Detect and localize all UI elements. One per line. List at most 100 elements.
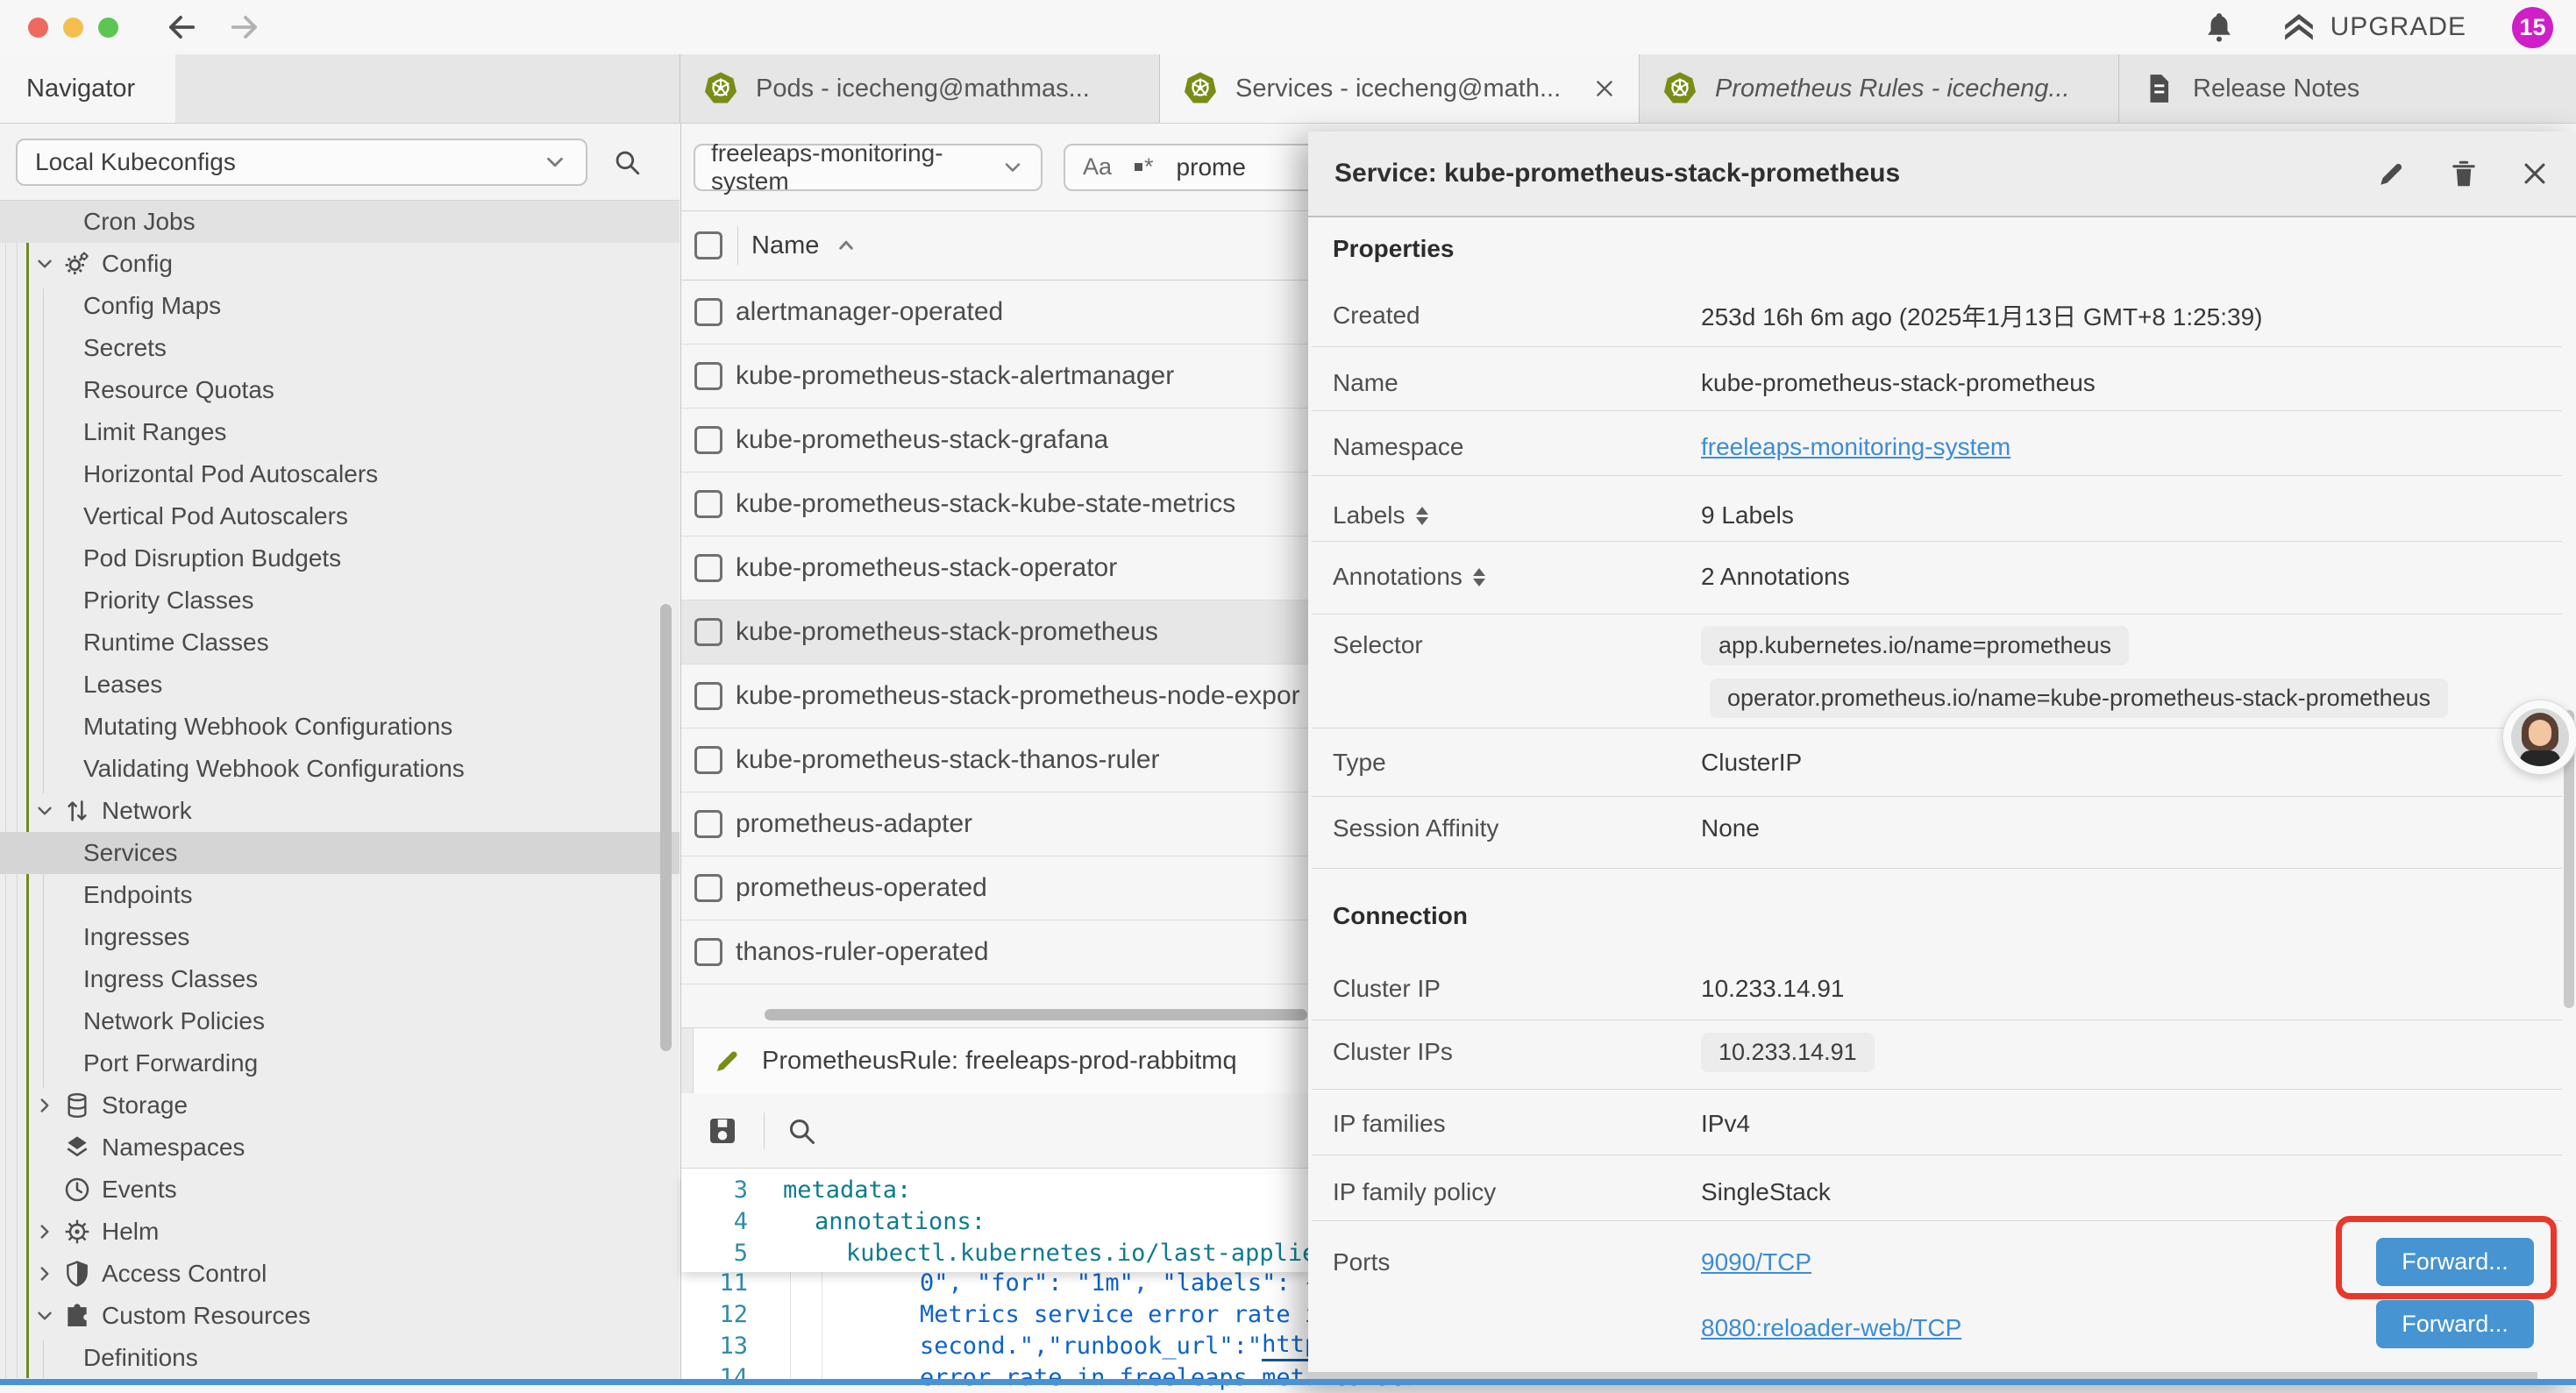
sidebar-item-network-policies[interactable]: Network Policies — [0, 1000, 680, 1042]
forward-button[interactable]: Forward... — [2376, 1300, 2534, 1348]
cluster-ip-chip[interactable]: 10.233.14.91 — [1701, 1033, 1875, 1072]
regex-toggle[interactable]: * — [1135, 153, 1154, 181]
search-input[interactable]: Aa * prome — [1064, 144, 1337, 191]
selector-chip[interactable]: app.kubernetes.io/name=prometheus — [1701, 626, 2129, 665]
namespace-select[interactable]: freeleaps-monitoring-system — [694, 144, 1042, 191]
sidebar-item-leases[interactable]: Leases — [0, 664, 680, 706]
tab-release-notes[interactable]: Release Notes — [2119, 54, 2576, 123]
sidebar-item-horizontal-pod-autoscalers[interactable]: Horizontal Pod Autoscalers — [0, 453, 680, 495]
sidebar-item-config-maps[interactable]: Config Maps — [0, 285, 680, 327]
row-checkbox[interactable] — [694, 362, 722, 390]
sidebar-group-network[interactable]: Network — [0, 790, 680, 832]
close-tab-icon[interactable] — [1593, 77, 1616, 100]
row-checkbox[interactable] — [694, 874, 722, 902]
sidebar-item-events[interactable]: Events — [0, 1169, 680, 1211]
tab-navigator[interactable]: Navigator — [0, 54, 175, 123]
yaml-editor[interactable]: 110", "for": "1m", "labels": { "service"… — [681, 1169, 1309, 1385]
sidebar-item-ingresses[interactable]: Ingresses — [0, 916, 680, 958]
tab-strip: Navigator Pods - icecheng@mathmas... Ser… — [0, 54, 2576, 124]
sidebar-item-secrets[interactable]: Secrets — [0, 327, 680, 369]
service-details-panel: Service: kube-prometheus-stack-prometheu… — [1308, 131, 2576, 1385]
table-row-selected[interactable]: kube-prometheus-stack-prometheus — [681, 601, 1309, 665]
minimize-window-button[interactable] — [63, 18, 83, 38]
sidebar-group-custom-resources[interactable]: Custom Resources — [0, 1295, 680, 1337]
sidebar-item-runtime-classes[interactable]: Runtime Classes — [0, 622, 680, 664]
upgrade-button[interactable]: UPGRADE — [2281, 10, 2466, 45]
close-icon[interactable] — [2520, 159, 2550, 188]
tab-services[interactable]: Services - icecheng@math... — [1160, 54, 1640, 123]
delete-trash-icon[interactable] — [2448, 158, 2480, 189]
row-checkbox[interactable] — [694, 618, 722, 646]
sidebar-item-priority-classes[interactable]: Priority Classes — [0, 579, 680, 622]
sidebar-item-resource-quotas[interactable]: Resource Quotas — [0, 369, 680, 411]
search-icon[interactable] — [612, 147, 642, 177]
sort-arrows-icon[interactable] — [1416, 507, 1428, 525]
table-row[interactable]: thanos-ruler-operated — [681, 920, 1309, 984]
table-row[interactable]: prometheus-adapter — [681, 792, 1309, 856]
table-row[interactable]: prometheus-operated — [681, 856, 1309, 920]
forward-arrow-icon[interactable] — [229, 11, 262, 44]
sidebar-item-definitions[interactable]: Definitions — [0, 1337, 680, 1378]
port-link[interactable]: 8080:reloader-web/TCP — [1701, 1314, 1961, 1342]
table-row[interactable]: kube-prometheus-stack-alertmanager — [681, 345, 1309, 409]
labels-row: Labels 9 Labels — [1333, 494, 2536, 537]
tab-prometheus-rules[interactable]: Prometheus Rules - icecheng... — [1640, 54, 2119, 123]
sidebar-scrollbar[interactable] — [660, 604, 672, 1051]
maximize-window-button[interactable] — [98, 18, 118, 38]
select-all-checkbox[interactable] — [694, 231, 722, 259]
sort-arrows-icon[interactable] — [1473, 568, 1485, 586]
tab-pods[interactable]: Pods - icecheng@mathmas... — [680, 54, 1160, 123]
back-arrow-icon[interactable] — [164, 11, 197, 44]
search-icon[interactable] — [786, 1115, 817, 1147]
sidebar-group-config[interactable]: Config — [0, 243, 680, 285]
row-checkbox[interactable] — [694, 746, 722, 774]
namespace-link[interactable]: freeleaps-monitoring-system — [1701, 433, 2010, 461]
labels-count[interactable]: 9 Labels — [1701, 501, 1794, 529]
sidebar-item-ingress-classes[interactable]: Ingress Classes — [0, 958, 680, 1000]
sidebar-item-cron-jobs[interactable]: Cron Jobs — [0, 201, 680, 243]
match-case-toggle[interactable]: Aa — [1083, 153, 1112, 181]
table-row[interactable]: kube-prometheus-stack-kube-state-metrics — [681, 473, 1309, 537]
row-checkbox[interactable] — [694, 938, 722, 966]
name-column-header[interactable]: Name — [751, 231, 819, 260]
table-row[interactable]: kube-prometheus-stack-operator — [681, 537, 1309, 601]
sidebar-item-pod-disruption-budgets[interactable]: Pod Disruption Budgets — [0, 537, 680, 579]
bell-icon[interactable] — [2202, 11, 2236, 44]
sidebar-item-vertical-pod-autoscalers[interactable]: Vertical Pod Autoscalers — [0, 495, 680, 537]
row-checkbox[interactable] — [694, 682, 722, 710]
table-row[interactable]: alertmanager-operated — [681, 281, 1309, 345]
row-checkbox[interactable] — [694, 554, 722, 582]
row-checkbox[interactable] — [694, 298, 722, 326]
sidebar-item-mutating-webhook-configurations[interactable]: Mutating Webhook Configurations — [0, 706, 680, 748]
table-row[interactable]: kube-prometheus-stack-thanos-ruler — [681, 728, 1309, 792]
table-row[interactable]: kube-prometheus-stack-prometheus-node-ex… — [681, 665, 1309, 728]
close-window-button[interactable] — [28, 18, 48, 38]
editor-tab-prometheusrule[interactable]: PrometheusRule: freeleaps-prod-rabbitmq — [693, 1028, 1331, 1093]
sidebar-item-namespaces[interactable]: Namespaces — [0, 1126, 680, 1169]
sidebar-item-validating-webhook-configurations[interactable]: Validating Webhook Configurations — [0, 748, 680, 790]
edit-pencil-icon[interactable] — [2376, 158, 2408, 189]
port-link[interactable]: 9090/TCP — [1701, 1248, 1811, 1276]
row-checkbox[interactable] — [694, 490, 722, 518]
table-header: Name — [681, 210, 1309, 281]
row-checkbox[interactable] — [694, 426, 722, 454]
sort-ascending-icon[interactable] — [833, 232, 859, 259]
sidebar-group-storage[interactable]: Storage — [0, 1084, 680, 1126]
selector-chip[interactable]: operator.prometheus.io/name=kube-prometh… — [1710, 679, 2448, 718]
user-avatar[interactable] — [2502, 700, 2576, 775]
sidebar-item-port-forwarding[interactable]: Port Forwarding — [0, 1042, 680, 1084]
sidebar-item-limit-ranges[interactable]: Limit Ranges — [0, 411, 680, 453]
row-checkbox[interactable] — [694, 810, 722, 838]
table-row[interactable]: kube-prometheus-stack-grafana — [681, 409, 1309, 473]
save-button[interactable] — [704, 1112, 741, 1149]
kubeconfig-select[interactable]: Local Kubeconfigs — [16, 139, 587, 186]
sidebar-group-access-control[interactable]: Access Control — [0, 1253, 680, 1295]
details-horizontal-scrollbar[interactable] — [1308, 1372, 2537, 1379]
sidebar-group-helm[interactable]: Helm — [0, 1211, 680, 1253]
sidebar-item-services[interactable]: Services — [0, 832, 680, 874]
annotations-count[interactable]: 2 Annotations — [1701, 563, 1850, 591]
horizontal-scrollbar[interactable] — [765, 1009, 1307, 1020]
sidebar-item-endpoints[interactable]: Endpoints — [0, 874, 680, 916]
notification-badge[interactable]: 15 — [2512, 7, 2553, 48]
chevron-right-icon — [33, 1262, 63, 1285]
